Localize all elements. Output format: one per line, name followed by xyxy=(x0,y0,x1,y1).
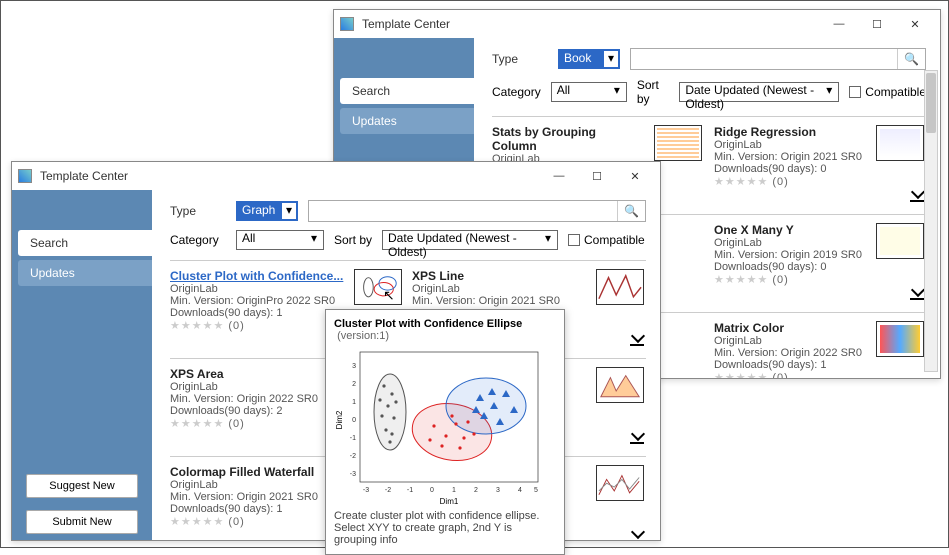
window-title: Template Center xyxy=(362,17,820,31)
svg-text:-1: -1 xyxy=(407,487,413,494)
minimize-button[interactable]: — xyxy=(820,13,858,35)
rating-stars: ★★★★★ (0) xyxy=(714,371,864,378)
window-title: Template Center xyxy=(40,169,540,183)
svg-text:3: 3 xyxy=(496,487,500,494)
rating-stars: ★★★★★ (0) xyxy=(170,515,344,528)
thumbnail[interactable] xyxy=(654,125,702,161)
category-select[interactable]: All▾ xyxy=(236,230,324,250)
cursor-icon: ↖ xyxy=(383,287,395,304)
sortby-select[interactable]: Date Updated (Newest - Oldest)▾ xyxy=(679,82,839,102)
svg-text:2: 2 xyxy=(352,381,356,388)
svg-text:1: 1 xyxy=(452,487,456,494)
svg-text:3: 3 xyxy=(352,363,356,370)
search-box[interactable]: 🔍 xyxy=(308,200,646,222)
category-label: Category xyxy=(492,85,541,99)
close-button[interactable]: ✕ xyxy=(896,13,934,35)
tab-updates[interactable]: Updates xyxy=(340,108,474,134)
thumbnail[interactable] xyxy=(354,269,402,305)
thumbnail[interactable] xyxy=(596,465,644,501)
tooltip-chart: -3 -2 -1 0 1 2 3 -3 -2 -1 0 1 2 3 4 5 Dim1 Dim2 xyxy=(334,346,544,506)
search-input[interactable] xyxy=(309,204,617,218)
svg-text:-2: -2 xyxy=(385,487,391,494)
svg-text:5: 5 xyxy=(534,487,538,494)
svg-text:-1: -1 xyxy=(350,435,356,442)
tab-search[interactable]: Search xyxy=(18,230,152,256)
search-icon[interactable]: 🔍 xyxy=(617,201,645,221)
svg-text:0: 0 xyxy=(430,487,434,494)
thumbnail[interactable] xyxy=(596,367,644,403)
template-item[interactable]: XPS Area OriginLab Min. Version: Origin … xyxy=(170,367,344,430)
rating-stars: ★★★★★ (0) xyxy=(714,175,864,188)
template-item[interactable]: XPS Line OriginLab Min. Version: Origin … xyxy=(412,269,586,307)
titlebar[interactable]: Template Center — ☐ ✕ xyxy=(334,10,940,38)
download-icon[interactable] xyxy=(630,329,646,345)
suggest-new-button[interactable]: Suggest New xyxy=(26,474,138,498)
tab-search[interactable]: Search xyxy=(340,78,474,104)
xlabel: Dim1 xyxy=(440,497,459,506)
rating-stars: ★★★★★ (0) xyxy=(170,319,344,332)
category-select[interactable]: All▾ xyxy=(551,82,627,102)
tooltip-preview: Cluster Plot with Confidence Ellipse (ve… xyxy=(325,309,565,555)
titlebar[interactable]: Template Center — ☐ ✕ xyxy=(12,162,660,190)
template-item[interactable]: Cluster Plot with Confidence... OriginLa… xyxy=(170,269,344,332)
sortby-label: Sort by xyxy=(334,233,372,247)
minimize-button[interactable]: — xyxy=(540,165,578,187)
search-input[interactable] xyxy=(631,52,897,66)
close-button[interactable]: ✕ xyxy=(616,165,654,187)
thumbnail[interactable] xyxy=(876,125,924,161)
search-icon[interactable]: 🔍 xyxy=(897,49,925,69)
type-label: Type xyxy=(492,52,548,66)
svg-text:2: 2 xyxy=(474,487,478,494)
app-icon xyxy=(340,17,354,31)
template-link[interactable]: Cluster Plot with Confidence... xyxy=(170,269,343,283)
thumbnail[interactable] xyxy=(876,223,924,259)
category-label: Category xyxy=(170,233,226,247)
type-select[interactable]: Graph▾ xyxy=(236,201,298,221)
svg-text:-3: -3 xyxy=(350,471,356,478)
sortby-label: Sort by xyxy=(637,78,670,106)
download-icon[interactable] xyxy=(630,525,646,540)
template-item[interactable]: One X Many Y OriginLab Min. Version: Ori… xyxy=(714,223,864,286)
svg-text:1: 1 xyxy=(352,399,356,406)
rating-stars: ★★★★★ (0) xyxy=(170,417,344,430)
type-select[interactable]: Book▾ xyxy=(558,49,620,69)
maximize-button[interactable]: ☐ xyxy=(578,165,616,187)
svg-text:0: 0 xyxy=(352,417,356,424)
rating-stars: ★★★★★ (0) xyxy=(714,273,864,286)
sidebar: Search Updates Suggest New Submit New xyxy=(12,190,152,540)
svg-text:4: 4 xyxy=(518,487,522,494)
compatible-checkbox[interactable]: Compatible xyxy=(849,85,926,99)
template-item[interactable]: Matrix Color OriginLab Min. Version: Ori… xyxy=(714,321,864,378)
template-item[interactable]: Ridge Regression OriginLab Min. Version:… xyxy=(714,125,864,188)
sortby-select[interactable]: Date Updated (Newest - Oldest)▾ xyxy=(382,230,558,250)
maximize-button[interactable]: ☐ xyxy=(858,13,896,35)
template-item[interactable]: Colormap Filled Waterfall OriginLab Min.… xyxy=(170,465,344,528)
svg-text:-3: -3 xyxy=(363,487,369,494)
app-icon xyxy=(18,169,32,183)
submit-new-button[interactable]: Submit New xyxy=(26,510,138,534)
thumbnail[interactable] xyxy=(596,269,644,305)
compatible-checkbox[interactable]: Compatible xyxy=(568,233,645,247)
svg-text:-2: -2 xyxy=(350,453,356,460)
type-label: Type xyxy=(170,204,226,218)
ylabel: Dim2 xyxy=(335,410,344,429)
search-box[interactable]: 🔍 xyxy=(630,48,926,70)
tab-updates[interactable]: Updates xyxy=(18,260,152,286)
scrollbar[interactable] xyxy=(924,70,938,372)
download-icon[interactable] xyxy=(630,427,646,443)
thumbnail[interactable] xyxy=(876,321,924,357)
